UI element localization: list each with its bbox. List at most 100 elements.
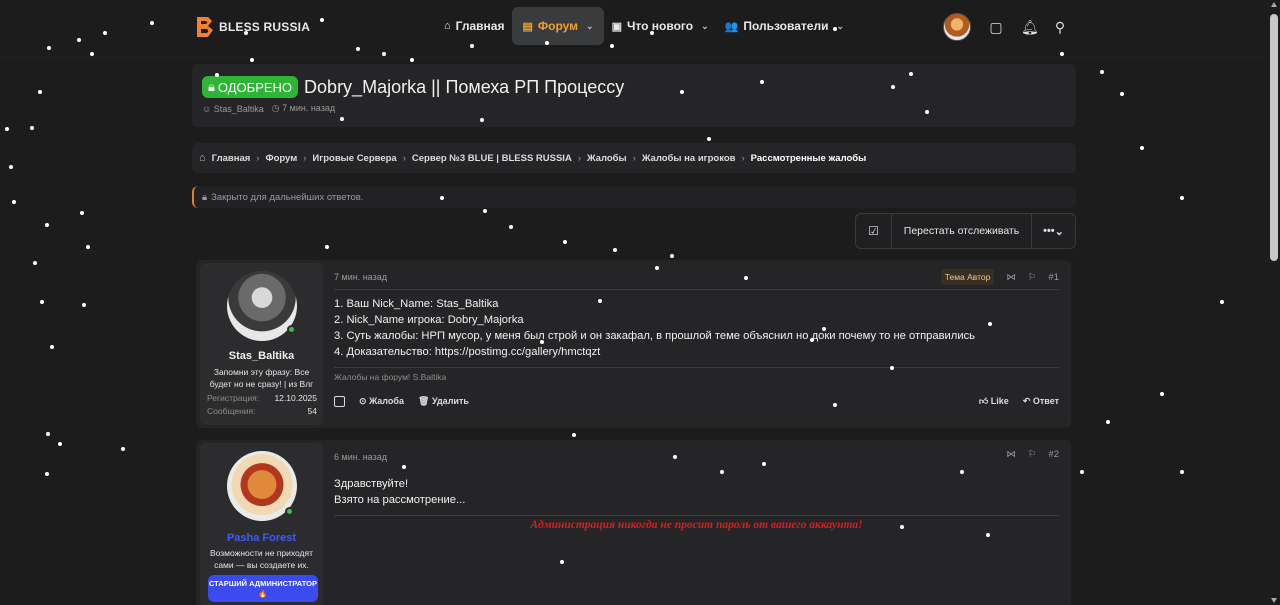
thread-time[interactable]: ◷ 7 мин. назад [272,103,335,114]
breadcrumb-separator: › [632,152,636,164]
post-line: Здравствуйте! [334,478,409,490]
select-checkbox[interactable] [334,396,345,407]
reply-label: Ответ [1032,396,1059,406]
nav-whats-new-label: Что нового [626,19,694,33]
post-line: 2. Nick_Name игрока: Dobry_Majorka [334,314,524,326]
chevron-down-icon[interactable]: ⌄ [836,21,844,32]
breadcrumb-item[interactable]: Жалобы на игроков [642,153,736,164]
breadcrumb-separator: › [741,152,745,164]
share-icon[interactable]: ⋈ [1006,272,1016,283]
site-logo[interactable]: BLESS RUSSIA [195,16,310,38]
snowflake [1180,196,1184,200]
user-title: Возможности не приходят сами — вы создае… [209,548,314,570]
snowflake [46,432,50,436]
user-icon: ☺ [202,103,212,114]
top-navigation-bar: BLESS RUSSIA ⌂ Главная ▤ Форум ⌄ ▣ Что н… [0,0,1268,58]
scrollbar[interactable] [1268,0,1280,605]
checkbox-icon: ☑ [868,224,879,238]
breadcrumb-item[interactable]: Главная [212,153,251,164]
scroll-thumb[interactable] [1270,14,1278,261]
post-username[interactable]: Pasha Forest [200,532,323,544]
search-icon[interactable]: ⚲ [1053,20,1067,34]
snowflake [40,300,44,304]
post-footer-right: 👍︎ Like ↶ Ответ [979,396,1059,407]
like-button[interactable]: 👍︎ Like [979,396,1009,407]
thread-author-name: Stas_Baltika [213,103,264,114]
share-icon[interactable]: ⋈ [1006,449,1016,460]
snowflake [707,137,711,141]
approved-badge: 🔒︎ ОДОБРЕНО [202,76,299,98]
snowflake [563,240,567,244]
report-label: Жалоба [369,396,404,406]
nav-users[interactable]: 👥 Пользователи ⌄ [717,7,852,45]
snowflake [1100,70,1104,74]
post-content: 1. Ваш Nick_Name: Stas_Baltika 2. Nick_N… [334,296,975,360]
snowflake [1106,420,1110,424]
breadcrumb-item[interactable]: Жалобы [587,153,627,164]
reply-button[interactable]: ↶ Ответ [1023,396,1059,407]
user-stat: Регистрация: 12.10.2025 [207,393,317,403]
thread-title: Dobry_Majorka || Помеха РП Процессу [304,76,625,97]
snowflake [50,345,54,349]
snowflake [410,58,414,62]
stat-label: Сообщения: [207,406,256,416]
nav-home-label: Главная [455,19,505,33]
post-time[interactable]: 6 мин. назад [334,452,387,462]
breadcrumb-item[interactable]: Сервер №3 BLUE | BLESS RUSSIA [412,153,572,164]
post-line: 1. Ваш Nick_Name: Stas_Baltika [334,298,499,310]
select-checkbox-button[interactable]: ☑ [856,214,892,248]
post-number[interactable]: #1 [1048,272,1059,283]
nav-home[interactable]: ⌂ Главная [436,7,512,45]
post-number[interactable]: #2 [1048,449,1059,460]
home-icon: ⌂ [444,20,451,32]
stat-value: 54 [307,406,317,416]
snowflake [613,248,617,252]
bell-icon[interactable]: 🔔︎ [1021,20,1039,34]
divider [334,367,1059,368]
scroll-down-icon[interactable] [1271,598,1277,603]
delete-button[interactable]: 🗑︎ Удалить [418,396,469,407]
messages-icon[interactable]: ▢ [989,20,1003,34]
post-content: Здравствуйте! Взято на рассмотрение... [334,476,465,508]
author-badge: Тема Автор [940,269,995,285]
scroll-up-icon[interactable] [1271,2,1277,7]
unfollow-button[interactable]: Перестать отслеживать [892,214,1032,248]
post: Stas_Baltika Запомни эту фразу: Все буде… [196,260,1071,428]
clock-icon: ◷ [271,103,280,113]
nav-whats-new[interactable]: ▣ Что нового ⌄ [604,7,717,45]
snowflake [45,223,49,227]
header-right-icons: ▢ 🔔︎ ⚲ [943,13,1067,41]
signature: Жалобы на форум! S.Baltika [334,372,447,382]
chevron-down-icon[interactable]: ⌄ [586,21,594,32]
user-avatar[interactable] [943,13,971,41]
like-label: Like [990,396,1009,406]
thumbs-up-icon: 👍︎ [978,396,989,406]
approved-badge-label: ОДОБРЕНО [217,79,293,95]
breadcrumb-item[interactable]: Форум [265,153,297,164]
snowflake [250,58,254,62]
breadcrumb-item[interactable]: Игровые Сервера [312,153,396,164]
post-line[interactable]: 4. Доказательство: https://postimg.cc/ga… [334,344,975,360]
breadcrumb-current[interactable]: Рассмотренные жалобы [751,153,867,164]
snowflake [572,433,576,437]
report-button[interactable]: ⊙ Жалоба [359,396,404,407]
snowflake [45,472,49,476]
more-options-button[interactable]: ••• ⌄ [1032,214,1075,248]
thread-author[interactable]: ☺ Stas_Baltika [202,104,264,114]
thread-actions: ☑ Перестать отслеживать ••• ⌄ [855,213,1076,249]
nav-forum[interactable]: ▤ Форум ⌄ [512,7,604,45]
snowflake [30,126,34,130]
online-indicator [285,507,294,516]
chevron-down-icon[interactable]: ⌄ [701,21,709,32]
snowflake [1180,470,1184,474]
news-icon: ▣ [611,20,622,33]
post-footer-left: ⊙ Жалоба 🗑︎ Удалить [334,396,469,407]
snowflake [1160,392,1164,396]
bookmark-icon[interactable]: ⚐ [1028,449,1037,460]
bookmark-icon[interactable]: ⚐ [1028,272,1037,283]
post-username[interactable]: Stas_Baltika [200,350,323,362]
post-time[interactable]: 7 мин. назад [334,272,387,282]
snowflake [1080,470,1084,474]
logo-text: BLESS RUSSIA [219,20,311,34]
home-icon[interactable]: ⌂ [199,152,206,164]
